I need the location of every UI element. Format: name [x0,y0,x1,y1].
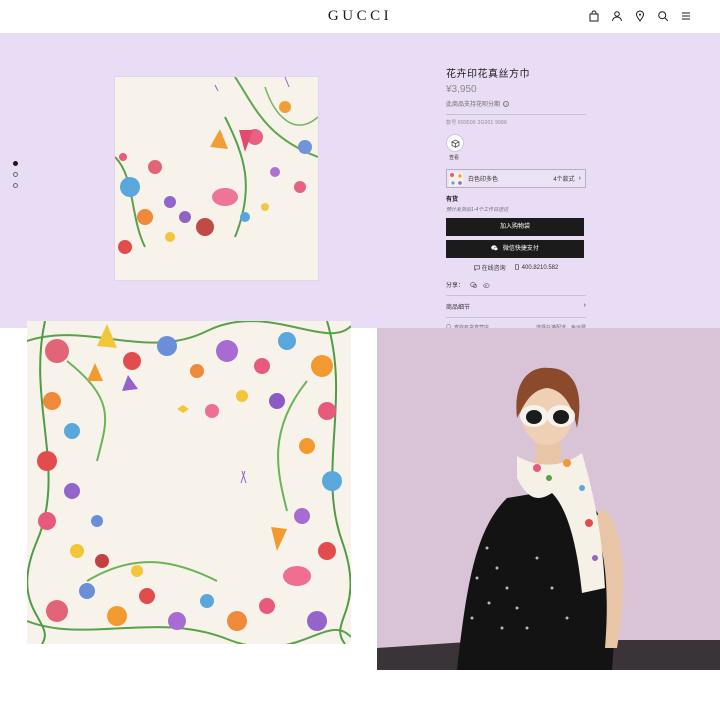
divider [446,114,586,115]
product-info: 花卉印花真丝方巾 ¥3,950 此商品支持花呗分期 ? 款号 699506 3G… [446,65,586,331]
wechat-icon [491,245,499,251]
phone-icon [514,264,519,270]
product-title: 花卉印花真丝方巾 [446,69,530,80]
installment-text: 此商品支持花呗分期 [446,102,501,108]
chevron-right-icon: › [583,302,586,309]
add-to-bag-button[interactable]: 加入购物袋 [446,218,584,236]
online-chat-link[interactable]: 在线咨询 [473,263,506,272]
variant-selector[interactable]: 白色印多色 4个款式 › [446,169,586,188]
view-swatch-button[interactable] [446,134,464,152]
cube-icon [451,139,460,148]
wechat-pay-label: 微信快捷支付 [502,246,539,252]
carousel-dot-2[interactable] [13,172,18,177]
search-icon[interactable] [657,10,669,22]
weibo-share-icon[interactable] [483,282,490,288]
wechat-pay-button[interactable]: 微信快捷支付 [446,240,584,258]
shipping-note: 预计发货后1-4个工作日送达 [446,207,509,213]
carousel-dots [13,161,18,194]
carousel-dot-3[interactable] [13,183,18,188]
header-icons [588,10,692,22]
wechat-share-icon[interactable] [470,281,477,288]
product-image[interactable] [115,77,318,280]
product-sku: 款号 699506 3G001 9088 [446,120,507,126]
variant-name: 白色印多色 [468,177,499,183]
info-icon[interactable]: ? [503,100,510,107]
swatch-label: 查看 [449,155,460,161]
shopping-bag-icon[interactable] [588,10,600,22]
product-panel [0,33,720,328]
page-footer-space [0,670,720,705]
contact-row: 在线咨询 400.8210.582 [446,263,586,272]
scarf-flat-image [27,321,351,644]
product-price: ¥3,950 [446,84,477,95]
site-header: GUCCI [0,0,720,33]
add-to-bag-label: 加入购物袋 [499,224,530,230]
carousel-dot-1[interactable] [13,161,18,166]
model-photo [377,328,720,670]
phone-link[interactable]: 400.8210.582 [514,264,559,271]
variant-count: 4个款式 [553,177,575,183]
share-row: 分享： [446,280,586,289]
phone-number: 400.8210.582 [521,265,559,271]
stock-status: 有货 [446,197,459,203]
location-pin-icon[interactable] [634,10,646,22]
menu-icon[interactable] [680,10,692,22]
installment-note: 此商品支持花呗分期 ? [446,99,586,108]
product-details-label: 商品细节 [446,305,471,311]
product-details-row[interactable]: 商品细节 › [446,295,586,311]
share-label: 分享： [446,283,465,289]
chevron-right-icon: › [578,175,581,182]
chat-icon [473,265,480,271]
online-chat-label: 在线咨询 [481,266,506,272]
user-icon[interactable] [611,10,623,22]
variant-thumbnail [449,171,463,186]
